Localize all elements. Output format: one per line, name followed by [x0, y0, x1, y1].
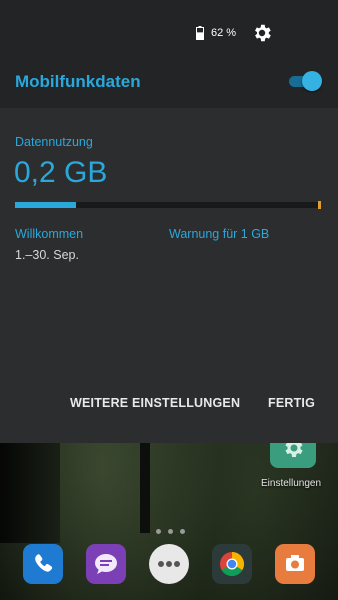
panel-title: Mobilfunkdaten	[15, 72, 141, 91]
tree-trunk	[140, 443, 150, 533]
warning-limit-marker	[318, 201, 321, 209]
mobile-data-toggle[interactable]	[286, 69, 322, 93]
page-dot	[180, 529, 185, 534]
settings-gear-icon[interactable]	[251, 22, 273, 44]
billing-period: 1.–30. Sep.	[15, 248, 79, 262]
messages-icon[interactable]	[86, 544, 126, 584]
camera-icon[interactable]	[275, 544, 315, 584]
apps-icon[interactable]	[149, 544, 189, 584]
panel-header: 62 % Mobilfunkdaten	[0, 0, 338, 108]
carrier-welcome-label: Willkommen	[15, 227, 84, 241]
page-dot	[168, 529, 173, 534]
phone-icon[interactable]	[23, 544, 63, 584]
settings-app-label: Einstellungen	[261, 478, 322, 489]
usage-progress-bar	[15, 201, 321, 209]
usage-label: Datennutzung	[15, 135, 93, 149]
usage-progress-fill	[15, 202, 77, 208]
battery-icon	[196, 26, 204, 40]
page-indicator	[156, 521, 192, 539]
chrome-icon[interactable]	[212, 544, 252, 584]
tree-silhouette	[0, 443, 60, 543]
battery-percentage: 62 %	[211, 27, 237, 39]
toggle-thumb	[302, 71, 322, 91]
usage-value: 0,2 GB	[14, 156, 108, 189]
warning-threshold-link[interactable]: Warnung für 1 GB	[169, 227, 269, 241]
mobile-data-panel: 62 % Mobilfunkdaten Datennutzung 0,2 GB …	[0, 0, 338, 443]
more-settings-button[interactable]: WEITERE EINSTELLUNGEN	[70, 396, 240, 410]
page-dot	[156, 529, 161, 534]
done-button[interactable]: FERTIG	[268, 396, 315, 410]
